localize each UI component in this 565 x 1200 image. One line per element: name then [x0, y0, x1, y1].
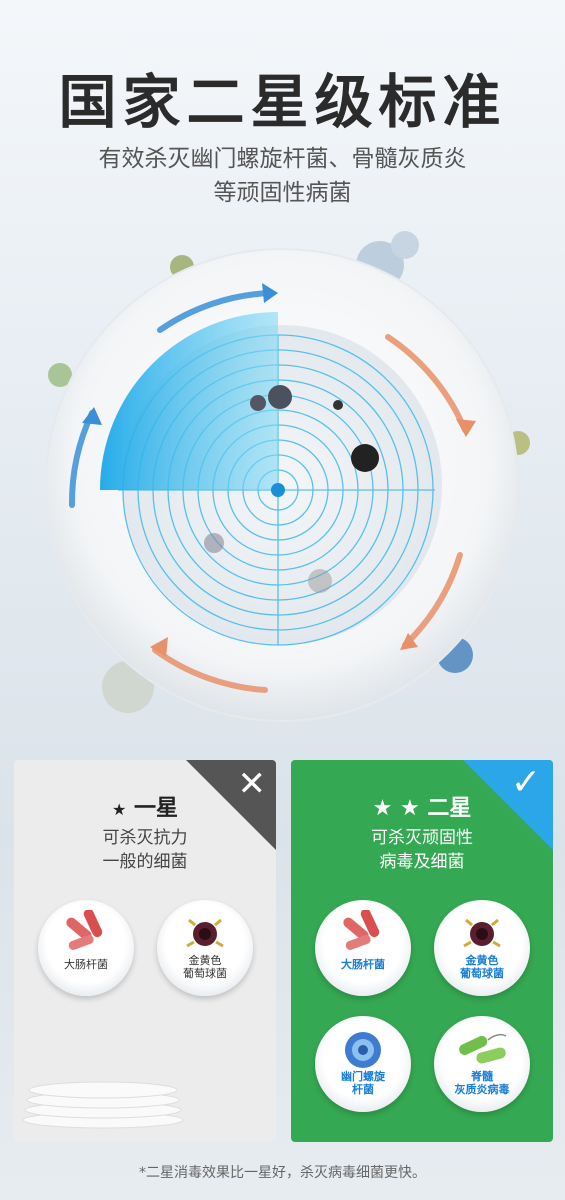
page-title: 国家二星级标准 — [58, 68, 507, 136]
desc-line-1: 可杀灭抗力 — [102, 828, 188, 848]
plate-label: 幽门螺旋 杆菌 — [341, 1070, 385, 1096]
rod-bacteria-icon — [66, 910, 103, 950]
plate-label: 脊髓 灰质炎病毒 — [454, 1070, 510, 1096]
plate-label: 金黄色 葡萄球菌 — [183, 954, 227, 980]
one-star-heading: ★ 一星 — [14, 790, 276, 822]
two-star-heading: ★ ★ 二星 — [291, 790, 553, 822]
star-icon: ★ ★ — [372, 796, 420, 821]
two-star-description: 可杀灭顽固性 病毒及细菌 — [291, 826, 553, 874]
plate-staph: 金黄色 葡萄球菌 — [434, 900, 530, 996]
one-star-card: ✕ ★ 一星 可杀灭抗力 一般的细菌 大肠杆菌 金黄色 葡萄球菌 — [14, 760, 276, 1142]
subtitle-line-1: 有效杀灭幽门螺旋杆菌、骨髓灰质炎 — [98, 146, 467, 172]
radar-illustration — [0, 225, 565, 745]
plate-ecoli: 大肠杆菌 — [315, 900, 411, 996]
radar-graphic — [45, 231, 530, 722]
plate-ecoli: 大肠杆菌 — [38, 900, 134, 996]
plate-helicobacter: 幽门螺旋 杆菌 — [315, 1016, 411, 1112]
footnote: *二星消毒效果比一星好，杀灭病毒细菌更快。 — [139, 1165, 426, 1181]
one-star-title: 一星 — [134, 796, 179, 821]
two-star-card: ✓ ★ ★ 二星 可杀灭顽固性 病毒及细菌 大肠杆菌 金黄色 葡萄球菌 幽门螺旋… — [291, 760, 553, 1142]
subtitle-line-2: 等顽固性病菌 — [213, 180, 352, 206]
desc-line-2: 病毒及细菌 — [379, 852, 465, 872]
plate-staph: 金黄色 葡萄球菌 — [157, 900, 253, 996]
plate-label: 大肠杆菌 — [341, 958, 385, 971]
page-subtitle: 有效杀灭幽门螺旋杆菌、骨髓灰质炎 等顽固性病菌 — [0, 142, 565, 210]
dish-stack-icon — [22, 1081, 184, 1129]
plate-label: 大肠杆菌 — [64, 958, 108, 971]
star-icon: ★ — [111, 800, 127, 819]
plate-label: 金黄色 葡萄球菌 — [460, 954, 504, 980]
plate-polio: 脊髓 灰质炎病毒 — [434, 1016, 530, 1112]
one-star-description: 可杀灭抗力 一般的细菌 — [14, 826, 276, 874]
desc-line-1: 可杀灭顽固性 — [371, 828, 473, 848]
desc-line-2: 一般的细菌 — [102, 852, 188, 872]
rod-bacteria-icon — [343, 910, 380, 950]
two-star-title: 二星 — [427, 796, 472, 821]
